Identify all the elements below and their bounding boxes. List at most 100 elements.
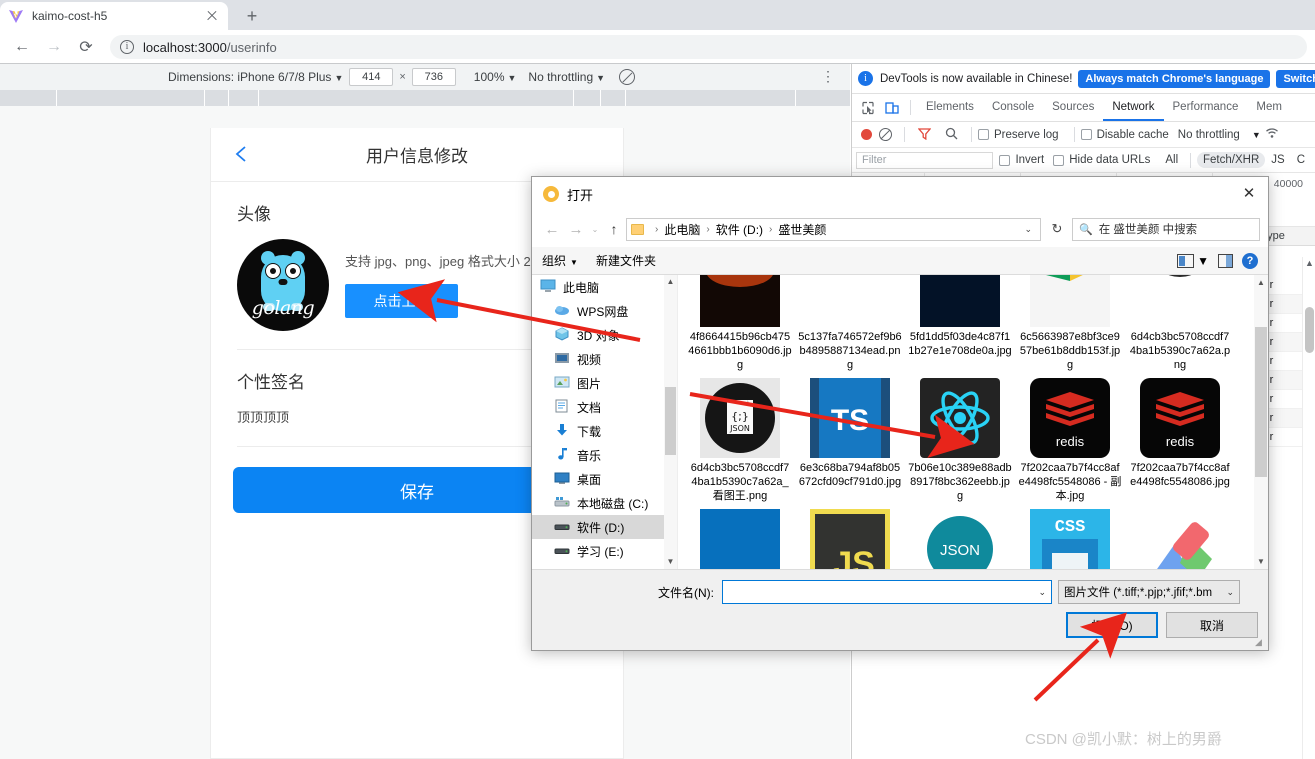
back-icon[interactable]: ← [8, 33, 36, 61]
file-item[interactable]: redis 7f202caa7b7f4cc8afe4498fc5548086.j… [1126, 372, 1234, 503]
always-match-language-button[interactable]: Always match Chrome's language [1078, 69, 1271, 88]
filter-input[interactable]: Filter [856, 151, 994, 169]
sidebar-item-documents[interactable]: 文档 [532, 395, 677, 419]
file-item[interactable]: 5fd1dd5f03de4c87f11b27e1e708de0a.jpg [906, 275, 1014, 372]
file-item[interactable]: 6d4cb3bc5708ccdf74ba1b5390c7a62a.png [1126, 275, 1234, 372]
cancel-button[interactable]: 取消 [1166, 612, 1258, 638]
filter-type-js[interactable]: JS [1265, 152, 1290, 168]
device-zoom-dropdown[interactable]: 100% ▼ [474, 70, 517, 84]
chevron-left-icon[interactable] [231, 143, 253, 165]
file-item[interactable]: TS 6e3c68ba794af8b05672cfd09cf791d0.jpg [796, 372, 904, 503]
inspect-icon[interactable] [856, 96, 880, 120]
wifi-icon[interactable] [1265, 127, 1279, 142]
sidebar-item-downloads[interactable]: 下载 [532, 419, 677, 443]
sidebar-item-local-disk-c[interactable]: 本地磁盘 (C:) [532, 491, 677, 515]
funnel-icon[interactable] [917, 127, 932, 143]
tab-sources[interactable]: Sources [1043, 94, 1103, 121]
device-throttling-dropdown[interactable]: No throttling ▼ [528, 70, 605, 84]
sidebar-item-music[interactable]: 音乐 [532, 443, 677, 467]
view-mode-icon[interactable] [1177, 253, 1195, 268]
breadcrumb-item-1[interactable]: 软件 (D:) [716, 221, 763, 238]
new-folder-button[interactable]: 新建文件夹 [596, 252, 656, 269]
breadcrumb[interactable]: › 此电脑 › 软件 (D:) › 盛世美颜 ⌄ [626, 217, 1041, 241]
file-item[interactable]: 5c137fa746572ef9b6b4895887134ead.png [796, 275, 904, 372]
sidebar-item-3d-objects[interactable]: 3D 对象 [532, 323, 677, 347]
breadcrumb-item-0[interactable]: 此电脑 [664, 221, 700, 238]
rotate-icon[interactable] [619, 69, 636, 85]
sidebar-item-pictures[interactable]: 图片 [532, 371, 677, 395]
tab-network[interactable]: Network [1103, 94, 1163, 121]
refresh-icon[interactable]: ↻ [1046, 221, 1068, 237]
new-tab-button[interactable]: + [238, 4, 266, 28]
preserve-log-checkbox[interactable] [978, 129, 989, 140]
hide-data-urls-checkbox[interactable] [1053, 154, 1065, 166]
breadcrumb-item-2[interactable]: 盛世美颜 [778, 221, 826, 238]
file-item[interactable]: 7b06e10c389e88adb8917f8bc362eebb.jpg [906, 372, 1014, 503]
device-toolbar-icon[interactable] [880, 96, 904, 120]
chevron-down-icon[interactable]: ▼ [1252, 130, 1261, 140]
chevron-down-icon[interactable]: ▼ [1197, 254, 1209, 268]
sidebar-item-software-d[interactable]: 软件 (D:) [532, 515, 677, 539]
filename-input[interactable]: ⌄ [722, 580, 1052, 604]
reload-icon[interactable]: ⟳ [72, 33, 100, 61]
sidebar-item-wps-cloud[interactable]: WPS网盘 [532, 299, 677, 323]
network-scrollbar[interactable]: ▲ [1302, 257, 1315, 759]
file-list-scrollbar[interactable]: ▲ ▼ [1254, 275, 1268, 569]
search-icon[interactable] [945, 127, 958, 143]
tab-performance[interactable]: Performance [1164, 94, 1248, 121]
preview-pane-icon[interactable] [1218, 253, 1233, 268]
sidebar-item-study-e[interactable]: 学习 (E:) [532, 539, 677, 563]
device-preset-dropdown[interactable]: Dimensions: iPhone 6/7/8 Plus ▼ [168, 70, 343, 84]
sidebar-item-videos[interactable]: 视频 [532, 347, 677, 371]
disable-cache-checkbox[interactable] [1080, 129, 1092, 140]
organize-button[interactable]: 组织 ▼ [542, 252, 578, 269]
avatar[interactable]: golang [237, 239, 329, 331]
scroll-up-icon[interactable]: ▲ [1303, 257, 1315, 270]
device-height-input[interactable]: 736 [411, 68, 456, 86]
network-throttling-dropdown[interactable]: No throttling [1178, 129, 1240, 141]
scroll-down-icon[interactable]: ▼ [664, 555, 677, 569]
invert-checkbox[interactable] [999, 154, 1011, 166]
chevron-down-icon[interactable]: ⌄ [1038, 587, 1046, 598]
filter-type-all[interactable]: All [1159, 152, 1184, 168]
info-icon[interactable]: i [120, 40, 134, 54]
tab-close-icon[interactable] [204, 8, 220, 24]
file-item[interactable]: redis 7f202caa7b7f4cc8afe4498fc5548086 -… [1016, 372, 1124, 503]
recent-locations-icon[interactable]: ⌄ [588, 225, 602, 234]
sidebar-item-desktop[interactable]: 桌面 [532, 467, 677, 491]
sidebar-scrollbar[interactable]: ▲ ▼ [664, 275, 677, 569]
scroll-down-icon[interactable]: ▼ [1254, 554, 1268, 569]
tab-memory[interactable]: Mem [1247, 94, 1291, 121]
filter-type-fetch-xhr[interactable]: Fetch/XHR [1197, 152, 1266, 168]
file-item[interactable] [686, 503, 794, 569]
record-icon[interactable] [861, 129, 872, 140]
file-list[interactable]: 4f8664415b96cb4754661bbb1b6090d6.jpg 5c1… [678, 275, 1268, 569]
address-bar[interactable]: i localhost:3000/userinfo [110, 35, 1307, 59]
scroll-up-icon[interactable]: ▲ [664, 275, 677, 289]
device-toolbar-kebab-icon[interactable]: ⋮ [820, 69, 836, 85]
device-width-input[interactable]: 414 [349, 68, 394, 86]
file-item[interactable]: CSS [1016, 503, 1124, 569]
search-input[interactable]: 🔍 在 盛世美颜 中搜索 [1072, 217, 1260, 241]
file-item[interactable]: {;} JSON 6d4cb3bc5708ccdf74ba1b5390c7a62a… [686, 372, 794, 503]
file-item[interactable]: JS [796, 503, 904, 569]
tab-console[interactable]: Console [983, 94, 1043, 121]
file-item[interactable]: 4f8664415b96cb4754661bbb1b6090d6.jpg [686, 275, 794, 372]
file-item[interactable] [1126, 503, 1234, 569]
browser-tab[interactable]: kaimo-cost-h5 [0, 2, 228, 30]
upload-button[interactable]: 点击上传 [345, 284, 458, 318]
resize-grip-icon[interactable]: ◢ [1255, 638, 1265, 648]
tab-elements[interactable]: Elements [917, 94, 983, 121]
filter-type-css[interactable]: C [1291, 152, 1311, 168]
switch-language-button[interactable]: Switch [1276, 69, 1315, 88]
scroll-up-icon[interactable]: ▲ [1254, 275, 1268, 290]
file-item[interactable]: 6c5663987e8bf3ce957be61b8ddb153f.jpg [1016, 275, 1124, 372]
help-icon[interactable]: ? [1242, 252, 1258, 269]
filetype-dropdown[interactable]: 图片文件 (*.tiff;*.pjp;*.jfif;*.bm ⌄ [1058, 580, 1240, 604]
up-icon[interactable]: ↑ [602, 221, 626, 237]
sidebar-item-this-pc[interactable]: 此电脑 [532, 275, 677, 299]
chevron-down-icon[interactable]: ⌄ [1024, 224, 1036, 235]
file-item[interactable]: JSON [906, 503, 1014, 569]
clear-icon[interactable] [879, 128, 892, 141]
open-button[interactable]: 打开(O) [1066, 612, 1158, 638]
